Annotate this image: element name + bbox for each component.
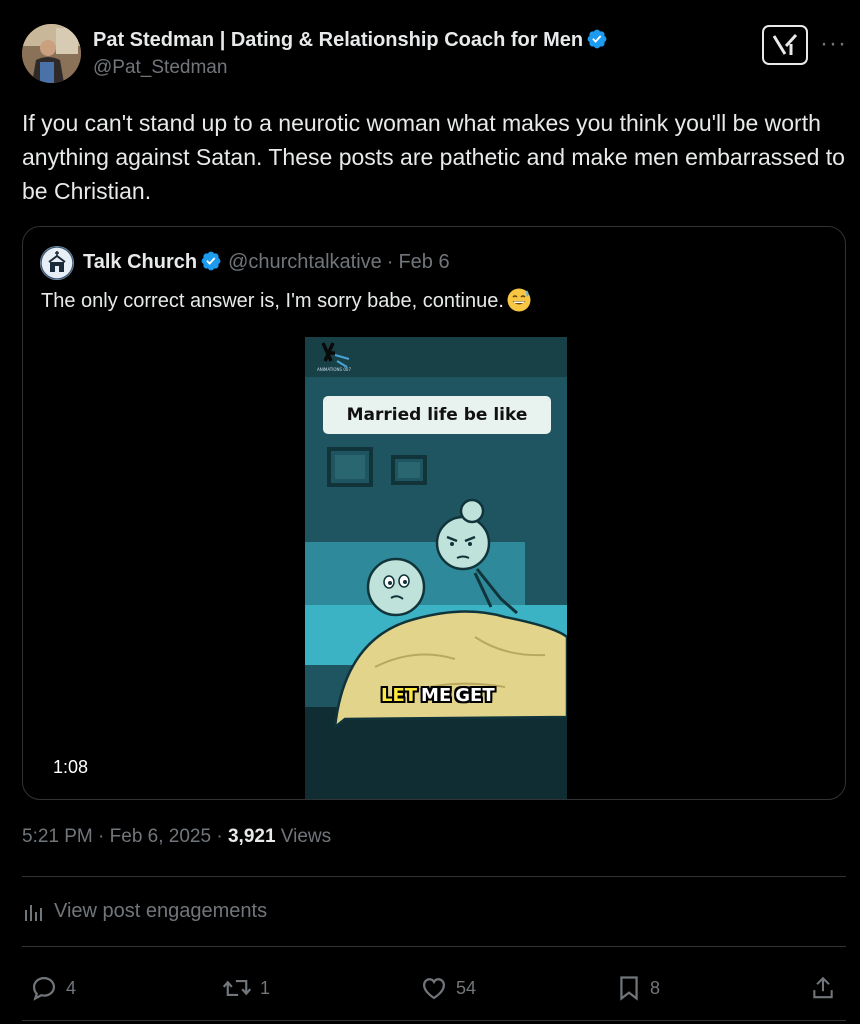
divider bbox=[22, 876, 846, 877]
bookmark-button[interactable]: 8 bbox=[616, 970, 660, 1006]
separator: · bbox=[98, 826, 105, 847]
author-avatar[interactable] bbox=[22, 24, 81, 83]
share-button[interactable] bbox=[810, 970, 844, 1006]
post-text: If you can't stand up to a neurotic woma… bbox=[22, 110, 845, 204]
reply-count: 4 bbox=[66, 977, 77, 998]
quoted-text: The only correct answer is, I'm sorry ba… bbox=[41, 290, 504, 312]
divider bbox=[22, 946, 846, 947]
analytics-icon bbox=[25, 904, 42, 921]
video-title-overlay: Married life be like bbox=[323, 396, 551, 434]
more-options-icon[interactable]: ··· bbox=[820, 30, 847, 58]
svg-text:ANIMATIONS 007: ANIMATIONS 007 bbox=[317, 367, 351, 372]
quoted-post[interactable]: Talk Church @churchtalkative · Feb 6 The on… bbox=[22, 226, 846, 800]
repost-icon bbox=[222, 979, 252, 997]
verified-badge-icon bbox=[201, 251, 221, 271]
repost-count: 1 bbox=[260, 977, 271, 998]
video-caption: LET ME GET bbox=[379, 685, 497, 706]
bookmark-count: 8 bbox=[650, 977, 661, 998]
quoted-header: Talk Church @churchtalkative · Feb 6 bbox=[83, 250, 450, 274]
video-duration: 1:08 bbox=[53, 757, 89, 777]
author-name-text[interactable]: Pat Stedman | Dating & Relationship Coac… bbox=[93, 29, 583, 51]
sweat-smile-emoji-icon bbox=[507, 288, 531, 312]
divider bbox=[22, 1020, 846, 1021]
separator: · bbox=[216, 826, 223, 847]
quoted-avatar[interactable] bbox=[40, 246, 74, 280]
quoted-handle[interactable]: @churchtalkative bbox=[228, 251, 382, 273]
quoted-text-row: The only correct answer is, I'm sorry ba… bbox=[41, 287, 532, 313]
reply-button[interactable]: 4 bbox=[30, 970, 76, 1006]
grok-button[interactable] bbox=[762, 25, 808, 65]
video-player[interactable]: ANIMATIONS 007 Married life be like LET M… bbox=[305, 337, 567, 799]
view-engagements-link[interactable]: View post engagements bbox=[22, 900, 267, 923]
reply-icon bbox=[32, 976, 56, 1001]
share-icon bbox=[813, 976, 833, 999]
quoted-name[interactable]: Talk Church bbox=[83, 251, 197, 273]
heart-icon bbox=[422, 978, 446, 1000]
grok-icon bbox=[772, 33, 798, 55]
caption-word: ME bbox=[421, 685, 452, 706]
views-count: 3,921 bbox=[227, 826, 276, 847]
caption-word: GET bbox=[455, 685, 495, 706]
quoted-separator: · bbox=[386, 251, 394, 273]
repost-button[interactable]: 1 bbox=[222, 970, 270, 1006]
quoted-date[interactable]: Feb 6 bbox=[398, 251, 449, 273]
author-handle[interactable]: @Pat_Stedman bbox=[93, 57, 227, 79]
views-label: Views bbox=[280, 826, 332, 847]
author-name[interactable]: Pat Stedman | Dating & Relationship Coac… bbox=[93, 28, 608, 52]
post-date[interactable]: Feb 6, 2025 bbox=[110, 826, 211, 847]
caption-word: LET bbox=[381, 685, 418, 706]
post-timestamp-row: 5:21 PM · Feb 6, 2025 · 3,921 Views bbox=[22, 826, 331, 848]
like-count: 54 bbox=[456, 977, 477, 998]
like-button[interactable]: 54 bbox=[420, 970, 476, 1006]
bookmark-icon bbox=[620, 976, 638, 1001]
post-time[interactable]: 5:21 PM bbox=[22, 826, 93, 847]
view-engagements-label[interactable]: View post engagements bbox=[54, 900, 267, 923]
verified-badge-icon bbox=[587, 29, 607, 49]
